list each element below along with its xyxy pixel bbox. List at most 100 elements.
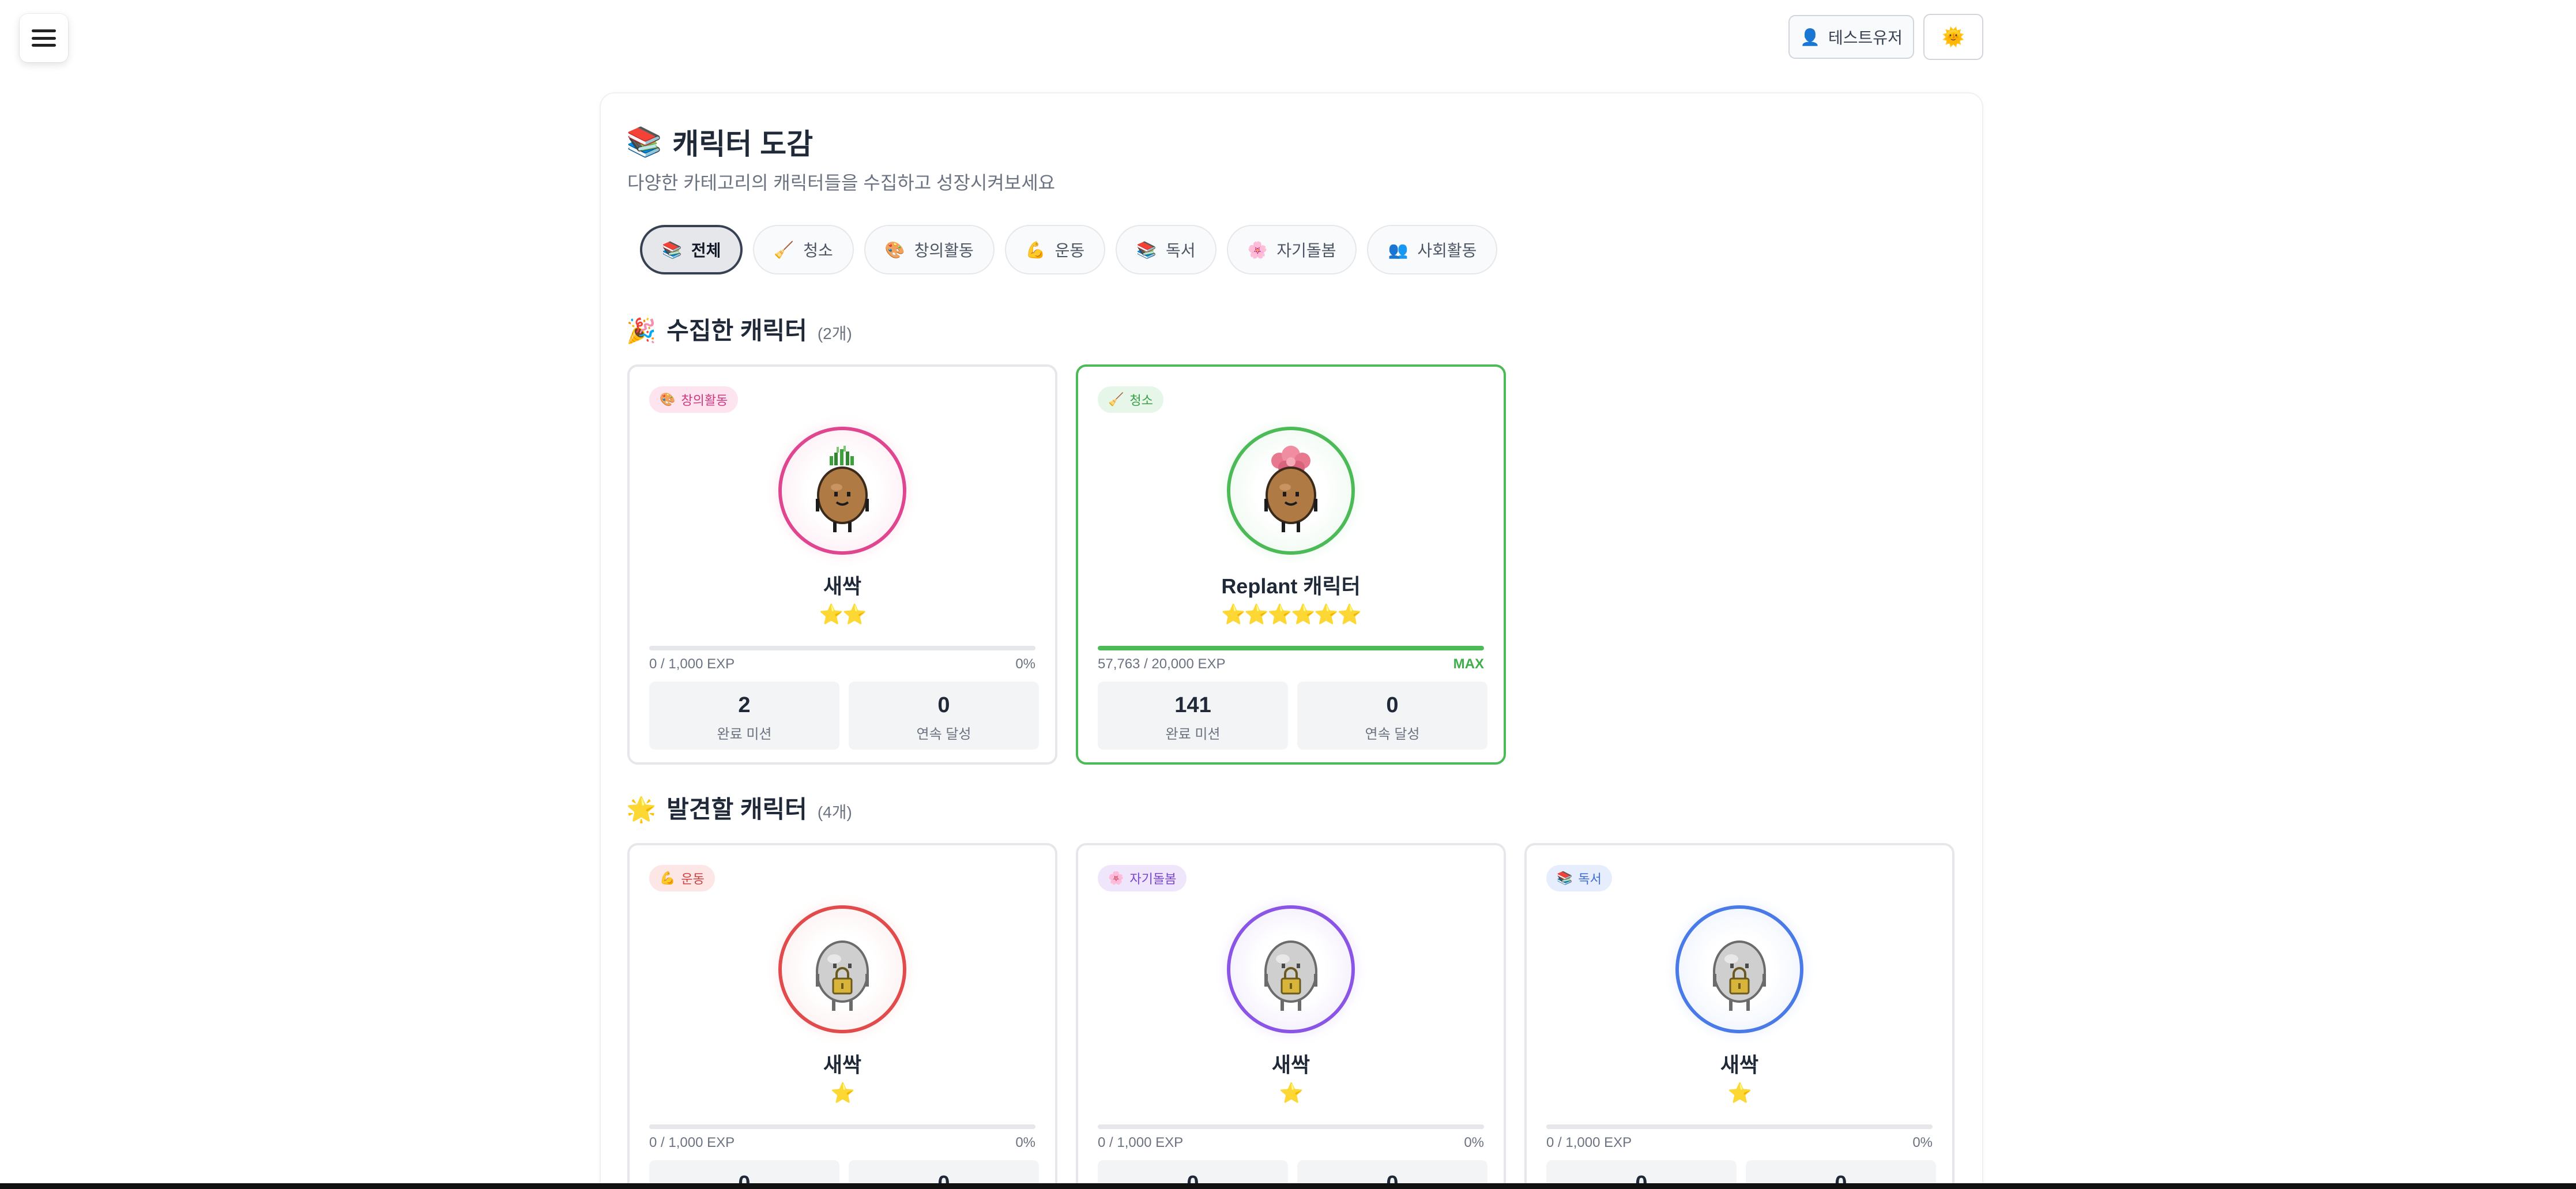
category-icon: 🌸 — [1108, 871, 1124, 885]
character-name: 새싹 — [1271, 1053, 1310, 1077]
missions-label: 완료 미션 — [1165, 727, 1221, 742]
streak-count: 0 — [937, 693, 950, 717]
category-label: 독서 — [1578, 872, 1602, 886]
category-label: 청소 — [1129, 393, 1153, 408]
page-title: 📚 캐릭터 도감 — [626, 121, 813, 163]
filter-label: 자기돌봄 — [1276, 242, 1336, 259]
missions-count: 141 — [1174, 693, 1211, 717]
filter-label: 사회활동 — [1417, 242, 1477, 259]
character-card[interactable]: 💪 운동 새싹 ⭐ 0 / 1,000 EXP 0% 0 0 — [627, 843, 1057, 1189]
filter-label: 운동 — [1054, 242, 1085, 259]
exp-text: 0 / 1,000 EXP — [1546, 1135, 1632, 1150]
undiscovered-section-title: 🌟 발견할 캐릭터 (4개) — [626, 790, 852, 825]
menu-button[interactable] — [20, 14, 68, 62]
filter-chip-3[interactable]: 💪 운동 — [1004, 225, 1106, 274]
collected-title-text: 수집한 캐릭터 — [666, 317, 807, 344]
character-avatar — [778, 427, 906, 555]
exp-progress-bar — [649, 1124, 1035, 1129]
user-icon: 👤 — [1800, 28, 1821, 46]
category-icon: 💪 — [660, 871, 676, 885]
user-name: 테스트유저 — [1828, 29, 1903, 47]
streak-label: 연속 달성 — [1365, 727, 1420, 742]
exp-progress-bar — [1098, 1124, 1484, 1129]
star-rating: ⭐⭐⭐⭐⭐⭐ — [1221, 604, 1362, 626]
party-icon: 🎉 — [626, 317, 657, 344]
filter-label: 청소 — [803, 242, 833, 259]
category-badge: 📚 독서 — [1546, 865, 1612, 891]
character-card[interactable]: 🎨 창의활동 새싹 ⭐⭐ 0 / 1,000 EXP 0% 2 완료 미션 0 연속 달성 — [627, 364, 1057, 765]
category-label: 운동 — [681, 872, 705, 886]
filter-icon: 🎨 — [884, 240, 905, 259]
collected-section-title: 🎉 수집한 캐릭터 (2개) — [626, 311, 852, 347]
exp-text: 0 / 1,000 EXP — [1098, 1135, 1184, 1150]
missions-count: 2 — [738, 693, 751, 717]
exp-progress-bar — [649, 646, 1035, 650]
streak-stat: 0 연속 달성 — [849, 682, 1039, 750]
filter-chip-5[interactable]: 🌸 자기돌봄 — [1226, 225, 1357, 274]
filter-icon: 👥 — [1388, 240, 1408, 259]
exp-text: 57,763 / 20,000 EXP — [1098, 656, 1226, 672]
filter-chip-0[interactable]: 📚 전체 — [640, 225, 743, 274]
streak-stat: 0 연속 달성 — [1297, 682, 1487, 750]
category-filter-bar: 📚 전체 🧹 청소 🎨 창의활동 💪 운동 📚 독서 🌸 자기돌봄 👥 사회활동 — [640, 225, 1498, 274]
star-rating: ⭐ — [1279, 1082, 1304, 1104]
filter-icon: 📚 — [1136, 240, 1157, 259]
character-card[interactable]: 🧹 청소 Replant 캐릭터 ⭐⭐⭐⭐⭐⭐ 57,763 / 20,000 EXP… — [1076, 364, 1506, 765]
exp-text: 0 / 1,000 EXP — [649, 1135, 735, 1150]
filter-label: 전체 — [691, 242, 721, 259]
filter-icon: 📚 — [662, 240, 682, 259]
missions-label: 완료 미션 — [717, 727, 772, 742]
filter-icon: 🌸 — [1247, 240, 1268, 259]
character-name: Replant 캐릭터 — [1221, 574, 1361, 598]
undiscovered-title-text: 발견할 캐릭터 — [666, 796, 807, 823]
category-badge: 💪 운동 — [649, 865, 715, 891]
filter-chip-2[interactable]: 🎨 창의활동 — [864, 225, 995, 274]
character-card[interactable]: 🌸 자기돌봄 새싹 ⭐ 0 / 1,000 EXP 0% 0 0 — [1076, 843, 1506, 1189]
exp-percent: 0% — [1015, 1135, 1035, 1150]
filter-chip-4[interactable]: 📚 독서 — [1116, 225, 1217, 274]
filter-chip-6[interactable]: 👥 사회활동 — [1367, 225, 1498, 274]
category-icon: 🎨 — [660, 392, 676, 407]
category-label: 자기돌봄 — [1129, 872, 1177, 886]
streak-count: 0 — [1386, 693, 1399, 717]
exp-progress-fill — [1098, 646, 1484, 650]
exp-text: 0 / 1,000 EXP — [649, 656, 735, 672]
filter-chip-1[interactable]: 🧹 청소 — [753, 225, 854, 274]
filter-icon: 💪 — [1025, 240, 1046, 259]
locked-character-avatar — [1675, 905, 1803, 1033]
filter-icon: 🧹 — [774, 240, 794, 259]
character-name: 새싹 — [1720, 1053, 1759, 1077]
sun-icon: 🌞 — [1942, 27, 1965, 47]
filter-label: 독서 — [1166, 242, 1196, 259]
page-title-text: 캐릭터 도감 — [672, 128, 814, 160]
books-icon: 📚 — [626, 125, 662, 158]
hamburger-icon — [32, 29, 56, 47]
exp-progress-bar — [1098, 646, 1484, 650]
star-rating: ⭐ — [830, 1082, 855, 1104]
missions-stat: 141 완료 미션 — [1098, 682, 1288, 750]
exp-percent: MAX — [1453, 656, 1484, 672]
star-icon: 🌟 — [626, 796, 657, 823]
category-badge: 🌸 자기돌봄 — [1098, 865, 1187, 891]
character-name: 새싹 — [823, 1053, 862, 1077]
missions-stat: 2 완료 미션 — [649, 682, 839, 750]
user-button[interactable]: 👤 테스트유저 — [1788, 15, 1914, 59]
filter-label: 창의활동 — [914, 242, 974, 259]
collected-count: (2개) — [817, 325, 852, 343]
star-rating: ⭐ — [1727, 1082, 1752, 1104]
theme-toggle-button[interactable]: 🌞 — [1923, 14, 1983, 60]
locked-character-avatar — [1227, 905, 1355, 1033]
streak-label: 연속 달성 — [916, 727, 971, 742]
exp-percent: 0% — [1464, 1135, 1484, 1150]
exp-percent: 0% — [1912, 1135, 1933, 1150]
locked-character-avatar — [778, 905, 906, 1033]
character-card[interactable]: 📚 독서 새싹 ⭐ 0 / 1,000 EXP 0% 0 0 — [1524, 843, 1954, 1189]
category-badge: 🎨 창의활동 — [649, 386, 739, 413]
category-icon: 🧹 — [1108, 392, 1124, 407]
page-subtitle: 다양한 카테고리의 캐릭터들을 수집하고 성장시켜보세요 — [627, 172, 1056, 193]
character-avatar — [1227, 427, 1355, 555]
window-bottom-edge — [0, 1183, 2576, 1189]
exp-percent: 0% — [1015, 656, 1035, 672]
category-icon: 📚 — [1557, 871, 1573, 885]
exp-progress-bar — [1546, 1124, 1933, 1129]
